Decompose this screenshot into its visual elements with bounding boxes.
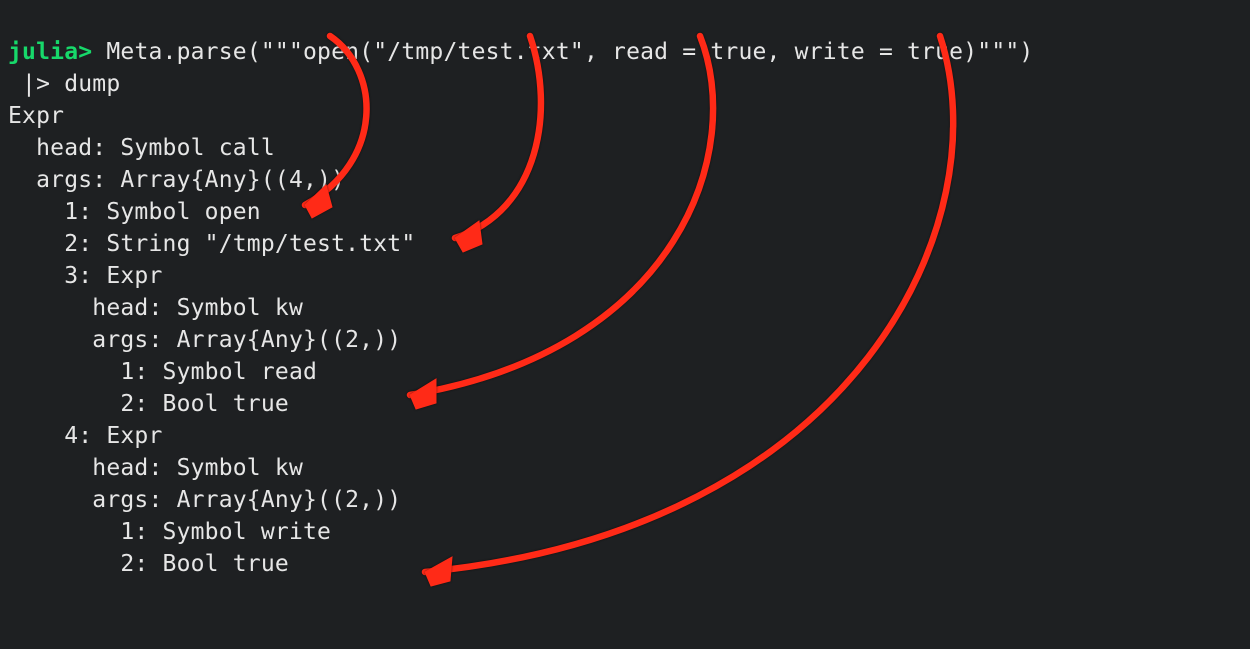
dump-line: head: Symbol call: [8, 135, 275, 161]
repl-prompt[interactable]: julia>: [8, 39, 92, 65]
dump-line: 3: Expr: [8, 263, 163, 289]
dump-line: args: Array{Any}((2,)): [8, 487, 401, 513]
dump-line: 1: Symbol write: [8, 519, 331, 545]
dump-line: args: Array{Any}((4,)): [8, 167, 345, 193]
dump-line: 1: Symbol open: [8, 199, 261, 225]
dump-line: 2: Bool true: [8, 391, 289, 417]
dump-line: args: Array{Any}((2,)): [8, 327, 401, 353]
dump-line: 2: Bool true: [8, 551, 289, 577]
dump-line: 1: Symbol read: [8, 359, 317, 385]
dump-line: head: Symbol kw: [8, 295, 303, 321]
dump-line: 4: Expr: [8, 423, 163, 449]
dump-line: Expr: [8, 103, 64, 129]
dump-line: head: Symbol kw: [8, 455, 303, 481]
dump-line: 2: String "/tmp/test.txt": [8, 231, 415, 257]
terminal-output: julia> Meta.parse("""open("/tmp/test.txt…: [0, 0, 1250, 584]
repl-input-line1[interactable]: Meta.parse("""open("/tmp/test.txt", read…: [92, 39, 1033, 65]
repl-input-line2[interactable]: |> dump: [8, 71, 120, 97]
